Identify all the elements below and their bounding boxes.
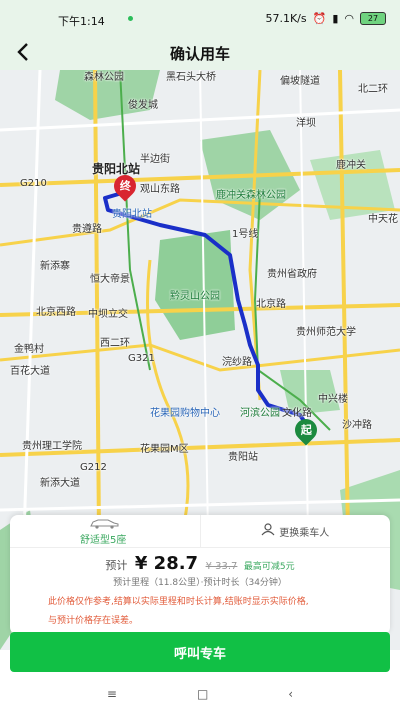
map-label: 贵阳北站 <box>92 162 141 176</box>
estimate-prefix: 预计 <box>105 559 128 572</box>
map-label: 恒大帝景 <box>90 274 130 285</box>
map-label: 森林公园 <box>84 72 124 83</box>
status-bar: 下午1:14 57.1K/s ⏰ ▮ ◠ 27 <box>0 0 400 36</box>
battery-icon: 27 <box>360 12 386 25</box>
map-label: 文化路 <box>282 408 312 419</box>
map-label: 新添寨 <box>40 261 70 272</box>
map-label: 贵阳站 <box>228 452 258 463</box>
map-label: 河滨公园 <box>240 408 280 419</box>
original-price: ¥ 33.7 <box>205 561 238 572</box>
map-label: 中兴楼 <box>318 394 348 405</box>
map-label: 贵州师范大学 <box>296 327 356 338</box>
notice-line: 与预计价格存在误差。 <box>48 616 139 626</box>
tab-car-type[interactable]: 舒适型5座 <box>10 515 200 547</box>
status-right: 57.1K/s ⏰ ▮ ◠ 27 <box>265 12 386 25</box>
map-label: 西二环 <box>100 338 130 349</box>
map-label: 浣纱路 <box>222 357 252 368</box>
call-car-button[interactable]: 呼叫专车 <box>10 632 390 672</box>
tab-change-passenger[interactable]: 更换乘车人 <box>199 515 391 547</box>
discount-text: 最高可减5元 <box>243 562 295 572</box>
map-label: 1号线 <box>232 229 259 240</box>
map-label: 鹿冲关 <box>336 160 366 171</box>
map-label: 偏坡隧道 <box>280 76 320 87</box>
map-label: 贵遵路 <box>72 224 102 235</box>
alarm-icon: ⏰ <box>312 12 327 25</box>
wifi-icon: ◠ <box>344 12 354 25</box>
map-label: G210 <box>20 178 47 189</box>
home-icon[interactable]: □ <box>197 687 208 701</box>
price-value: ¥ 28.7 <box>134 553 199 574</box>
status-time: 下午1:14 <box>58 15 105 28</box>
status-dot <box>128 16 133 21</box>
price-row: 预计 ¥ 28.7 ¥ 33.7 最高可减5元 <box>10 553 390 574</box>
map-label: 百花大道 <box>10 366 50 377</box>
map-label: 黑石头大桥 <box>166 72 216 83</box>
map-label: 半边街 <box>140 154 170 165</box>
page-title: 确认用车 <box>169 45 230 63</box>
change-passenger-label: 更换乘车人 <box>279 527 330 539</box>
map-label: 中坝立交 <box>88 309 128 320</box>
car-icon <box>90 519 119 529</box>
map-label: G321 <box>128 353 155 364</box>
notice-line: 此价格仅作参考,结算以实际里程和时长计算,结账时显示实际价格, <box>48 597 309 607</box>
map-label: 俊发城 <box>128 100 158 111</box>
map-label: 贵州理工学院 <box>22 441 82 452</box>
map-label: 中天花 <box>368 214 398 225</box>
map-label: 贵州省政府 <box>267 269 317 280</box>
distance-duration: 预计里程（11.8公里）·预计时长（34分钟） <box>113 578 287 588</box>
ride-card: 舒适型5座 更换乘车人 预计 ¥ 28.7 ¥ 33.7 最高可减5元 预计里程… <box>10 515 390 635</box>
signal-icon: ▮ <box>332 12 339 25</box>
system-nav-bar: ≡ □ ‹ <box>0 676 400 711</box>
menu-icon[interactable]: ≡ <box>107 687 117 701</box>
map-label: 贵阳北站 <box>112 209 152 220</box>
map-label: 北京路 <box>256 299 286 310</box>
net-speed: 57.1K/s <box>265 12 307 25</box>
map-label: 鹿冲关森林公园 <box>216 190 286 201</box>
map-label: G212 <box>80 462 107 473</box>
map-label: 金鸭村 <box>14 344 44 355</box>
person-icon <box>261 522 275 540</box>
back-icon[interactable]: ‹ <box>288 687 293 701</box>
price-notice: 此价格仅作参考,结算以实际里程和时长计算,结账时显示实际价格, 与预计价格存在误… <box>48 593 378 631</box>
map-label: 黔灵山公园 <box>170 291 220 302</box>
map-label: 北京西路 <box>36 307 76 318</box>
map-label: 新添大道 <box>40 478 80 489</box>
header: 确认用车 <box>0 36 400 72</box>
map-label: 北二环 <box>358 84 388 95</box>
map-label: 洋坝 <box>296 118 316 129</box>
car-type-label: 舒适型5座 <box>80 535 127 546</box>
map-label: 花果园M区 <box>140 444 189 455</box>
ride-tabs: 舒适型5座 更换乘车人 <box>10 515 390 548</box>
map-label: 花果园购物中心 <box>150 408 220 419</box>
map-label: 观山东路 <box>140 184 180 195</box>
map-label: 沙冲路 <box>342 420 372 431</box>
